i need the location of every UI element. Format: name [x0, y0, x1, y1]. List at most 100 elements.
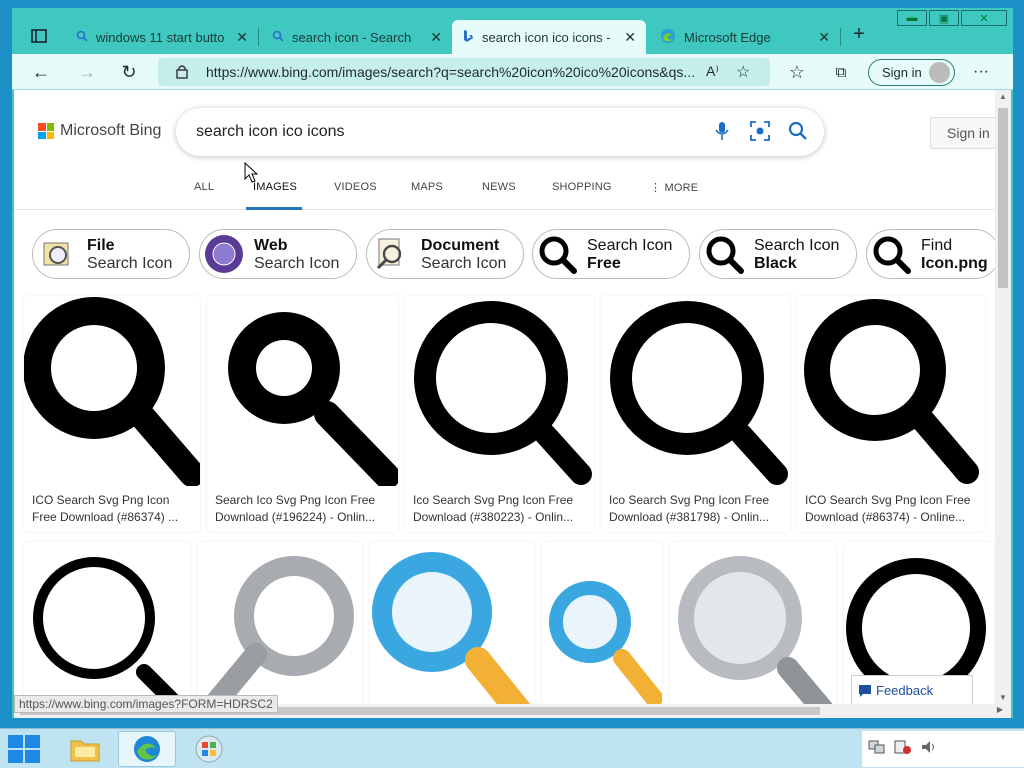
start-button[interactable] [6, 732, 42, 766]
related-chip-free[interactable]: Search Icon Free [532, 229, 690, 279]
maximize-icon[interactable]: ▣ [929, 10, 959, 26]
visual-search-icon[interactable] [750, 121, 770, 146]
nav-more-label: MORE [664, 182, 699, 194]
chip-line1: Web [254, 237, 288, 254]
avatar [929, 62, 950, 83]
nav-more[interactable]: ⋮ MORE [650, 181, 698, 194]
tab-actions-icon[interactable] [26, 24, 52, 48]
scroll-up-icon[interactable]: ▲ [999, 92, 1007, 101]
image-result[interactable] [24, 542, 190, 704]
chip-line2: Icon.png [921, 255, 988, 272]
chip-line1: Find [921, 237, 953, 254]
refresh-icon[interactable]: ↻ [116, 60, 142, 84]
file-search-thumbnail [35, 232, 79, 276]
close-tab-icon[interactable]: ✕ [236, 29, 248, 46]
chip-line1: Document [421, 237, 500, 254]
address-bar[interactable]: https://www.bing.com/images/search?q=sea… [158, 58, 770, 86]
close-tab-icon[interactable]: ✕ [818, 29, 830, 46]
image-result[interactable]: ICO Search Svg Png Icon Free Download (#… [24, 296, 200, 532]
magnifier-image [24, 297, 200, 486]
magnifier-thumbnail [869, 232, 913, 276]
bing-icon [462, 29, 474, 46]
scroll-right-icon[interactable]: ▶ [997, 705, 1003, 714]
image-result[interactable] [670, 542, 836, 704]
collections-icon[interactable]: ⧉ [828, 60, 854, 84]
minimize-icon[interactable]: ▬ [897, 10, 927, 26]
close-window-icon[interactable]: ✕ [961, 10, 1007, 26]
image-result[interactable] [542, 542, 662, 704]
edge-taskbar-button[interactable] [118, 731, 176, 767]
nav-videos[interactable]: VIDEOS [334, 181, 377, 193]
nav-shopping[interactable]: SHOPPING [552, 181, 612, 193]
feedback-button[interactable]: Feedback [851, 675, 973, 704]
new-tab-icon[interactable]: + [846, 22, 872, 46]
windows-media-taskbar-button[interactable] [180, 731, 238, 767]
image-result[interactable]: Ico Search Svg Png Icon Free Download (#… [405, 296, 594, 532]
scrollbar-thumb[interactable] [998, 108, 1008, 288]
tab-microsoft-edge[interactable]: Microsoft Edge ✕ [650, 20, 840, 54]
search-icon[interactable] [788, 121, 808, 146]
magnifier-image [804, 299, 979, 484]
tab-title: search icon ico icons - B [482, 29, 610, 45]
related-chip-web[interactable]: Web Search Icon [199, 229, 357, 279]
search-input[interactable]: search icon ico icons [176, 108, 824, 156]
related-chip-find[interactable]: Find Icon.png [866, 229, 995, 279]
windows-orb-icon [195, 735, 223, 763]
chip-line2: Free [587, 255, 621, 272]
nav-maps[interactable]: MAPS [411, 181, 443, 193]
forward-icon[interactable]: → [74, 60, 100, 84]
magnifier-image [33, 557, 188, 704]
tab-title: windows 11 start button [96, 29, 224, 45]
tab-active-bing-images[interactable]: search icon ico icons - B ✕ [452, 20, 646, 54]
network-icon[interactable] [868, 739, 886, 760]
microphone-icon[interactable] [714, 121, 730, 146]
bing-logo[interactable]: Microsoft Bing [38, 122, 161, 140]
close-tab-icon[interactable]: ✕ [624, 29, 636, 46]
favorites-icon[interactable]: ☆ [784, 60, 810, 84]
web-page: Microsoft Bing search icon ico icons Sig… [14, 90, 995, 704]
nav-images[interactable]: IMAGES [253, 181, 297, 193]
image-result[interactable]: Ico Search Svg Png Icon Free Download (#… [601, 296, 790, 532]
image-result[interactable]: Search Ico Svg Png Icon Free Download (#… [207, 296, 398, 532]
action-center-warning-icon[interactable] [894, 739, 912, 760]
page-signin-button[interactable]: Sign in [930, 117, 995, 149]
magnifier-thumbnail [535, 232, 579, 276]
related-chip-document[interactable]: Document Search Icon [366, 229, 524, 279]
magnifier-image [414, 301, 592, 485]
image-result[interactable]: ICO Search Svg Png Icon Free Download (#… [797, 296, 985, 532]
window-controls: ▬ ▣ ✕ [897, 10, 1007, 26]
address-text: https://www.bing.com/images/search?q=sea… [206, 64, 696, 80]
windows-logo-icon [8, 735, 40, 763]
back-icon[interactable]: ← [28, 60, 54, 84]
close-tab-icon[interactable]: ✕ [430, 29, 442, 46]
volume-icon[interactable] [920, 739, 938, 760]
scroll-down-icon[interactable]: ▼ [999, 693, 1007, 702]
tab-divider [840, 28, 841, 46]
magnifier-image [610, 301, 788, 485]
tab-bar: windows 11 start button ✕ search icon - … [12, 8, 1013, 54]
vertical-scrollbar[interactable]: ▲ ▼ [995, 90, 1011, 704]
more-options-icon[interactable]: ··· [968, 60, 994, 84]
result-caption: ICO Search Svg Png Icon Free Download (#… [32, 493, 179, 524]
tab-windows-11[interactable]: windows 11 start button ✕ [66, 20, 258, 54]
file-explorer-taskbar-button[interactable] [56, 731, 114, 767]
tab-title: Microsoft Edge [684, 29, 771, 45]
mouse-cursor-icon [244, 161, 259, 189]
page-signin-label: Sign in [947, 125, 990, 141]
image-result[interactable] [198, 542, 362, 704]
tab-search-icon[interactable]: search icon - Search ✕ [262, 20, 452, 54]
related-chip-black[interactable]: Search Icon Black [699, 229, 857, 279]
browser-signin-button[interactable]: Sign in [868, 59, 955, 86]
nav-news[interactable]: NEWS [482, 181, 516, 193]
related-chip-file[interactable]: File Search Icon [32, 229, 190, 279]
result-caption: Search Ico Svg Png Icon Free Download (#… [215, 493, 376, 524]
edge-icon [134, 736, 160, 762]
add-favorite-icon[interactable]: ☆ [736, 62, 750, 82]
search-query: search icon ico icons [196, 123, 345, 140]
image-result[interactable] [370, 542, 534, 704]
read-aloud-icon[interactable]: A⁾ [706, 63, 719, 80]
chip-line2: Search Icon [87, 255, 173, 272]
search-icon [76, 30, 88, 45]
result-caption: Ico Search Svg Png Icon Free Download (#… [413, 493, 574, 524]
nav-all[interactable]: ALL [194, 181, 214, 193]
